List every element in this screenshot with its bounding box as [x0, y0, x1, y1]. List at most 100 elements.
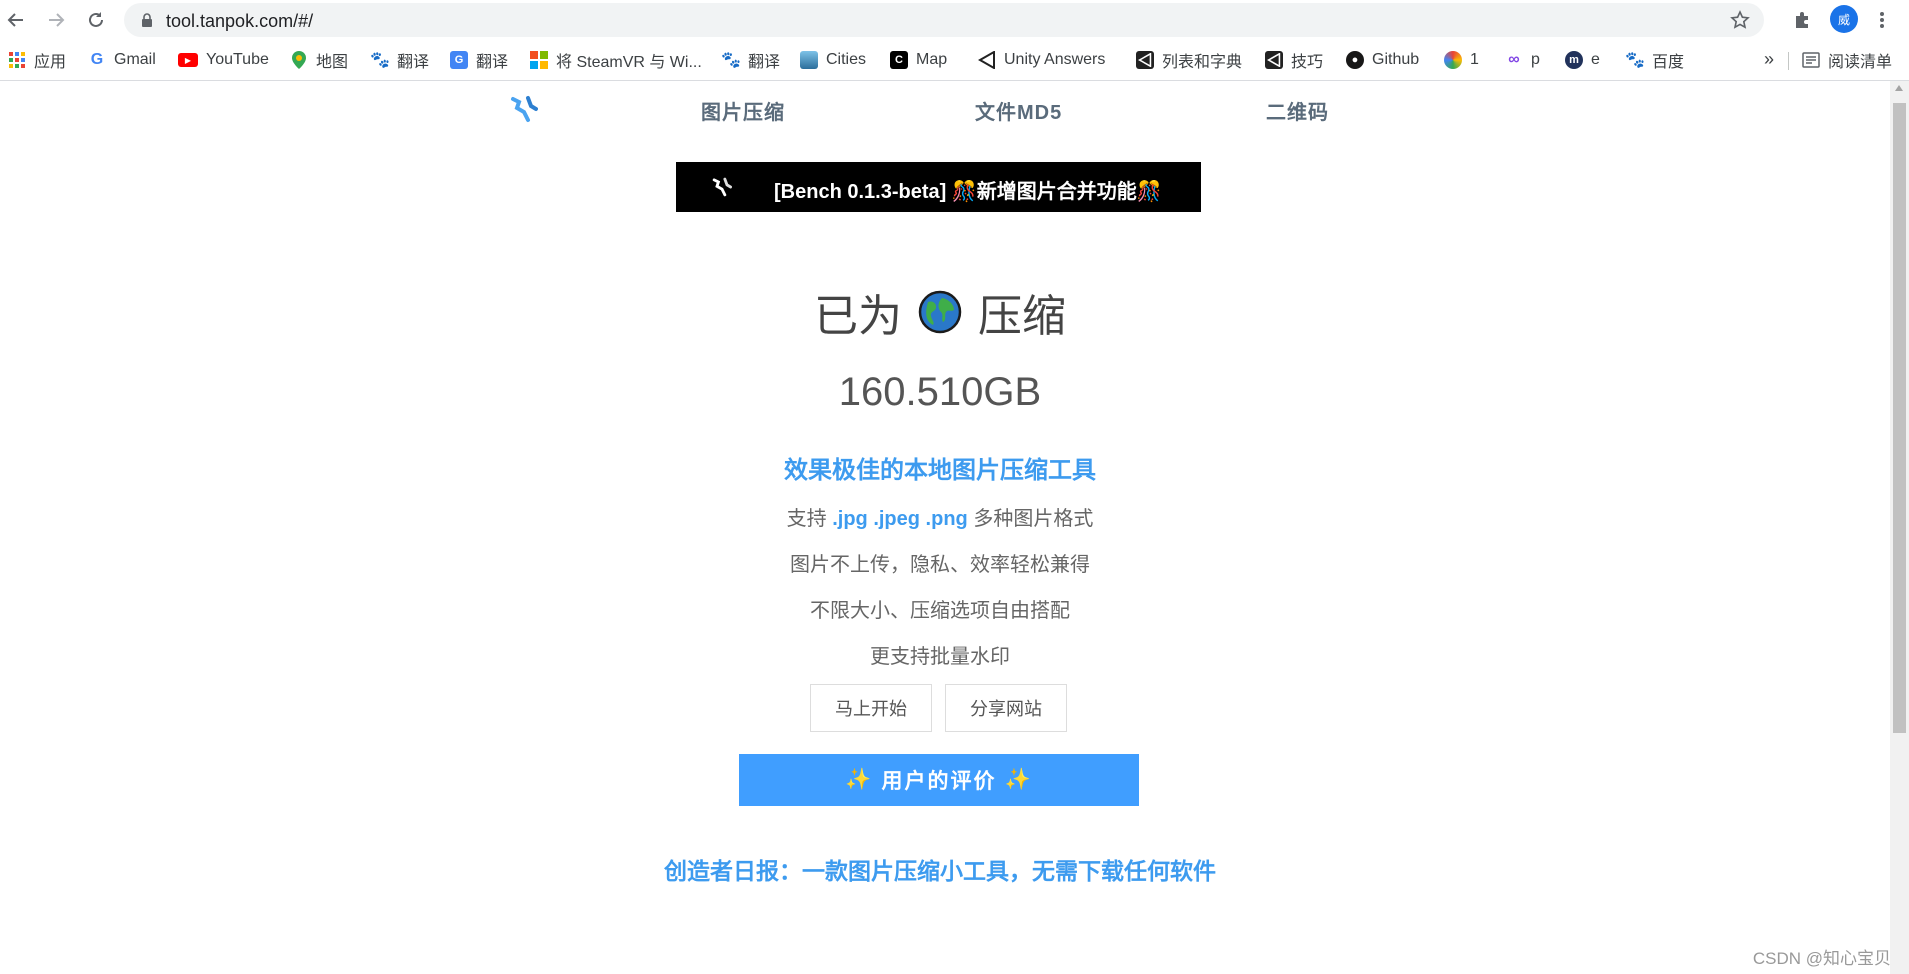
bookmark-label: YouTube: [206, 51, 269, 68]
google-translate-icon: G: [450, 51, 468, 69]
bookmark-label: 翻译: [397, 54, 430, 71]
start-now-button[interactable]: 马上开始: [810, 684, 932, 732]
baidu-paw-icon: 🐾: [1625, 52, 1645, 69]
compressed-size-value: 160.510GB: [838, 370, 1042, 414]
scroll-up-arrow-icon[interactable]: [1895, 85, 1903, 91]
globe-icon: [918, 290, 962, 334]
bookmark-apps[interactable]: 应用: [8, 49, 66, 71]
bookmark-label: Gmail: [114, 51, 156, 68]
compressed-prefix: 已为: [814, 292, 902, 341]
reading-list-button[interactable]: 阅读清单: [1802, 49, 1892, 71]
bookmark-github[interactable]: ● Github: [1346, 49, 1419, 71]
bookmark-translate-google[interactable]: G 翻译: [450, 49, 508, 71]
bookmark-label: Cities: [826, 51, 867, 68]
divider: [1788, 52, 1789, 70]
bookmark-baidu[interactable]: 🐾 百度: [1625, 49, 1685, 71]
kebab-menu-icon: [1880, 12, 1884, 28]
bookmark-maps[interactable]: 地图: [290, 49, 348, 71]
creator-daily-link[interactable]: 创造者日报：一款图片压缩小工具，无需下载任何软件: [0, 852, 1880, 886]
bookmark-label: 技巧: [1291, 54, 1324, 71]
github-icon: ●: [1346, 51, 1364, 69]
cities-icon: [800, 51, 818, 69]
bookmark-label: e: [1591, 51, 1600, 68]
bookmark-label: Github: [1372, 51, 1420, 68]
scrollbar-thumb[interactable]: [1893, 103, 1906, 733]
unity-icon: [978, 51, 996, 69]
profile-avatar[interactable]: 威: [1830, 5, 1858, 33]
maps-pin-icon: [290, 51, 308, 69]
e-logo-icon: m: [1565, 51, 1583, 69]
bookmark-label: 1: [1470, 51, 1479, 68]
bookmark-label: 翻译: [476, 54, 509, 71]
reading-list-icon: [1802, 52, 1820, 68]
feature-watermark: 更支持批量水印: [870, 646, 1010, 668]
banner-logo-icon: [712, 177, 732, 197]
site-logo-icon[interactable]: [510, 95, 538, 123]
bookmark-label: 百度: [1652, 54, 1685, 71]
support-prefix: 支持: [786, 508, 827, 530]
compressed-suffix: 压缩: [978, 292, 1066, 341]
nav-image-compress[interactable]: 图片压缩: [701, 96, 785, 125]
bookmark-map[interactable]: C Map: [890, 49, 947, 71]
bookmark-youtube[interactable]: ▶ YouTube: [178, 49, 269, 71]
bookmarks-overflow-button[interactable]: »: [1764, 49, 1774, 70]
url-text[interactable]: tool.tanpok.com/#/: [166, 11, 313, 32]
lock-icon: [142, 13, 152, 27]
bookmark-tips[interactable]: 技巧: [1265, 49, 1323, 71]
feature-privacy: 图片不上传，隐私、效率轻松兼得: [790, 554, 1090, 576]
user-reviews-button[interactable]: ✨ 用户的评价 ✨: [739, 754, 1139, 806]
bookmark-steamvr[interactable]: 将 SteamVR 与 Wi...: [530, 49, 702, 71]
windows-icon: [530, 51, 548, 69]
support-suffix: 多种图片格式: [973, 508, 1094, 530]
menu-button[interactable]: [1870, 8, 1894, 32]
unity-icon: [1136, 51, 1154, 69]
bookmark-label: 应用: [34, 54, 67, 71]
sparkles-icon: ✨: [845, 768, 874, 791]
bookmark-label: p: [1531, 51, 1540, 68]
bookmark-e[interactable]: me: [1565, 49, 1600, 71]
share-site-button[interactable]: 分享网站: [945, 684, 1067, 732]
bookmark-translate-baidu-2[interactable]: 🐾 翻译: [721, 49, 780, 71]
extensions-button[interactable]: [1790, 8, 1814, 32]
bookmarks-bar: 应用 G Gmail ▶ YouTube 地图 🐾 翻译 G 翻译 将 SteamVR …: [0, 40, 1909, 81]
reload-button[interactable]: [84, 8, 108, 32]
google-icon: G: [90, 51, 104, 68]
baidu-paw-icon: 🐾: [721, 52, 741, 69]
forward-button[interactable]: [44, 8, 68, 32]
back-button[interactable]: [4, 8, 28, 32]
banner-text: [Bench 0.1.3-beta] 🎊新增图片合并功能🎊: [774, 181, 1162, 203]
bookmark-p[interactable]: ∞ p: [1505, 49, 1540, 71]
reviews-label: 用户的评价: [881, 770, 997, 793]
back-arrow-icon: [7, 13, 23, 27]
c-logo-icon: C: [890, 51, 908, 69]
csdn-watermark: CSDN @知心宝贝: [1752, 949, 1891, 968]
format-list: .jpg .jpeg .png: [832, 508, 968, 530]
bookmark-label: 地图: [316, 54, 349, 71]
announcement-banner[interactable]: [Bench 0.1.3-beta] 🎊新增图片合并功能🎊: [676, 162, 1201, 212]
page-scrollbar[interactable]: [1890, 81, 1909, 974]
supported-formats: 支持 .jpg .jpeg .png 多种图片格式: [0, 502, 1880, 531]
bookmark-star-icon[interactable]: [1730, 10, 1750, 30]
address-bar[interactable]: tool.tanpok.com/#/: [124, 3, 1764, 37]
browser-toolbar: tool.tanpok.com/#/ 威: [0, 0, 1909, 40]
tagline: 效果极佳的本地图片压缩工具: [784, 457, 1096, 484]
baidu-paw-icon: 🐾: [370, 52, 390, 69]
nav-file-md5[interactable]: 文件MD5: [975, 96, 1062, 125]
forward-arrow-icon: [49, 13, 65, 27]
bookmark-label: 列表和字典: [1162, 54, 1243, 71]
bookmark-list-dict[interactable]: 列表和字典: [1136, 49, 1242, 71]
bookmark-translate-baidu[interactable]: 🐾 翻译: [370, 49, 430, 71]
compressed-total-heading: 已为 压缩: [0, 280, 1880, 344]
colorful-icon: [1444, 51, 1462, 69]
nav-qrcode[interactable]: 二维码: [1266, 96, 1329, 125]
bookmark-1[interactable]: 1: [1444, 49, 1479, 71]
bookmark-gmail[interactable]: G Gmail: [88, 49, 156, 71]
apps-grid-icon: [8, 51, 26, 69]
sparkles-icon: ✨: [1004, 768, 1033, 791]
puzzle-icon: [1796, 12, 1808, 28]
bookmark-unity-answers[interactable]: Unity Answers: [978, 49, 1105, 71]
bookmark-cities[interactable]: Cities: [800, 49, 866, 71]
feature-unlimited: 不限大小、压缩选项自由搭配: [810, 600, 1070, 622]
bookmark-label: Unity Answers: [1004, 51, 1106, 68]
reading-list-label: 阅读清单: [1828, 54, 1893, 71]
